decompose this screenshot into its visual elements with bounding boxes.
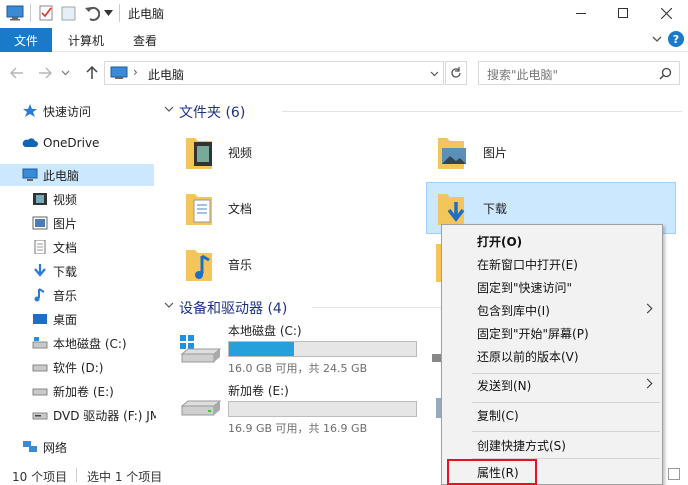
menu-item-create-shortcut[interactable]: 创建快捷方式(S) bbox=[443, 434, 661, 457]
title-bar: 此电脑 bbox=[0, 0, 688, 26]
breadcrumb-separator-icon[interactable]: › bbox=[133, 65, 138, 79]
close-button[interactable] bbox=[644, 0, 688, 26]
help-icon[interactable]: ? bbox=[668, 31, 684, 47]
folders-group-header[interactable]: 文件夹 (6) bbox=[179, 102, 245, 122]
selection-count: 选中 1 个项目 bbox=[87, 470, 163, 484]
folder-tile-pictures[interactable]: 图片 bbox=[428, 128, 668, 178]
sidebar-item-drive-c[interactable]: 本地磁盘 (C:) bbox=[0, 332, 156, 354]
drive-icon bbox=[32, 388, 48, 396]
menu-separator bbox=[472, 431, 660, 432]
sidebar-item-desktop[interactable]: 桌面 bbox=[0, 308, 156, 330]
sidebar-item-quick-access[interactable]: 快速访问 bbox=[0, 100, 156, 122]
drive-c-icon bbox=[32, 337, 48, 349]
undo-icon[interactable] bbox=[84, 5, 100, 21]
download-folder-icon bbox=[438, 194, 465, 225]
document-folder-icon bbox=[186, 194, 212, 225]
search-box[interactable]: 搜索"此电脑" bbox=[478, 61, 680, 85]
menu-separator bbox=[472, 402, 660, 403]
desktop-icon bbox=[33, 314, 47, 324]
drive-usage-bar bbox=[228, 401, 417, 417]
menu-item-open[interactable]: 打开(O) bbox=[443, 230, 661, 253]
menu-item-pin-start[interactable]: 固定到"开始"屏幕(P) bbox=[443, 322, 661, 345]
folder-tile-videos[interactable]: 视频 bbox=[176, 128, 416, 178]
sidebar-item-drive-d[interactable]: 软件 (D:) bbox=[0, 356, 156, 378]
refresh-icon bbox=[451, 67, 461, 78]
context-menu: 打开(O) 在新窗口中打开(E) 固定到"快速访问" 包含到库中(I) 固定到"… bbox=[441, 224, 663, 485]
drive-usage-fill bbox=[229, 342, 295, 356]
address-dropdown-icon[interactable] bbox=[430, 71, 439, 77]
drive-icon bbox=[180, 400, 222, 416]
music-icon bbox=[34, 288, 45, 302]
music-folder-icon bbox=[186, 250, 212, 281]
drives-group-header[interactable]: 设备和驱动器 (4) bbox=[179, 298, 287, 318]
video-folder-icon bbox=[186, 138, 212, 169]
drive-usage-bar bbox=[228, 341, 417, 357]
document-icon bbox=[34, 240, 46, 254]
navigation-pane: 快速访问 OneDrive 此电脑 视频 图片 文档 下载 音乐 桌面 本地磁盘… bbox=[0, 92, 156, 464]
sidebar-item-videos[interactable]: 视频 bbox=[0, 188, 156, 210]
menu-item-pin-quick-access[interactable]: 固定到"快速访问" bbox=[443, 276, 661, 299]
details-view-icon[interactable] bbox=[668, 468, 680, 480]
window-title: 此电脑 bbox=[128, 7, 165, 21]
sidebar-item-this-pc[interactable]: 此电脑 bbox=[0, 164, 154, 186]
menu-item-properties[interactable]: 属性(R) bbox=[443, 461, 661, 484]
new-folder-icon[interactable] bbox=[61, 5, 77, 21]
computer-icon bbox=[110, 66, 128, 79]
drive-icon bbox=[32, 364, 48, 372]
cloud-icon bbox=[22, 138, 38, 147]
recent-locations-icon[interactable] bbox=[61, 70, 70, 76]
minimize-button[interactable] bbox=[560, 0, 602, 26]
properties-icon[interactable] bbox=[38, 5, 54, 21]
menu-item-send-to[interactable]: 发送到(N) bbox=[443, 374, 661, 397]
search-placeholder: 搜索"此电脑" bbox=[487, 68, 559, 82]
refresh-button[interactable] bbox=[445, 61, 467, 85]
dvd-icon bbox=[32, 412, 48, 420]
sidebar-item-onedrive[interactable]: OneDrive bbox=[0, 132, 156, 154]
menu-item-copy[interactable]: 复制(C) bbox=[443, 404, 661, 427]
collapse-group-icon[interactable] bbox=[164, 302, 174, 309]
menu-item-include-in-library[interactable]: 包含到库中(I) bbox=[443, 299, 661, 322]
computer-icon bbox=[22, 168, 38, 181]
tab-file[interactable]: 文件 bbox=[0, 28, 52, 52]
submenu-arrow-icon bbox=[642, 378, 653, 389]
download-icon bbox=[34, 264, 46, 277]
collapse-group-icon[interactable] bbox=[164, 106, 174, 113]
ribbon-tabs: 文件 计算机 查看 ? bbox=[0, 28, 688, 52]
sidebar-item-documents[interactable]: 文档 bbox=[0, 236, 156, 258]
drive-tile-c[interactable]: 本地磁盘 (C:) 16.0 GB 可用，共 24.5 GB bbox=[176, 322, 426, 376]
sidebar-item-pictures[interactable]: 图片 bbox=[0, 212, 156, 234]
address-bar[interactable]: › 此电脑 bbox=[104, 61, 444, 85]
folder-tile-documents[interactable]: 文档 bbox=[176, 184, 416, 234]
forward-icon[interactable] bbox=[38, 67, 52, 79]
sidebar-item-network[interactable]: 网络 bbox=[0, 436, 156, 458]
drive-tile-e[interactable]: 新加卷 (E:) 16.9 GB 可用，共 16.9 GB bbox=[176, 382, 426, 436]
video-icon bbox=[33, 193, 47, 205]
breadcrumb-this-pc[interactable]: 此电脑 bbox=[148, 66, 184, 83]
computer-icon bbox=[6, 5, 24, 21]
back-icon[interactable] bbox=[10, 67, 24, 79]
network-icon bbox=[23, 441, 37, 452]
folder-tile-music[interactable]: 音乐 bbox=[176, 240, 416, 290]
menu-item-open-new-window[interactable]: 在新窗口中打开(E) bbox=[443, 253, 661, 276]
address-row: › 此电脑 搜索"此电脑" bbox=[0, 58, 688, 88]
drive-c-icon bbox=[180, 335, 222, 363]
customize-dropdown-icon[interactable] bbox=[104, 10, 113, 16]
sidebar-item-downloads[interactable]: 下载 bbox=[0, 260, 156, 282]
tab-computer[interactable]: 计算机 bbox=[58, 28, 114, 52]
tab-view[interactable]: 查看 bbox=[120, 28, 170, 52]
search-icon[interactable] bbox=[659, 67, 672, 80]
sidebar-item-dvd[interactable]: DVD 驱动器 (F:) JM bbox=[0, 404, 156, 426]
picture-folder-icon bbox=[438, 138, 466, 169]
close-icon bbox=[660, 7, 672, 19]
item-count: 10 个项目 bbox=[12, 470, 68, 484]
star-icon bbox=[23, 104, 37, 117]
ribbon-collapse-icon[interactable] bbox=[652, 36, 662, 43]
picture-icon bbox=[32, 216, 48, 230]
sidebar-item-drive-e[interactable]: 新加卷 (E:) bbox=[0, 380, 156, 402]
maximize-button[interactable] bbox=[602, 0, 644, 26]
menu-item-restore-versions[interactable]: 还原以前的版本(V) bbox=[443, 345, 661, 368]
submenu-arrow-icon bbox=[642, 303, 653, 314]
up-icon[interactable] bbox=[86, 65, 98, 79]
sidebar-item-music[interactable]: 音乐 bbox=[0, 284, 156, 306]
